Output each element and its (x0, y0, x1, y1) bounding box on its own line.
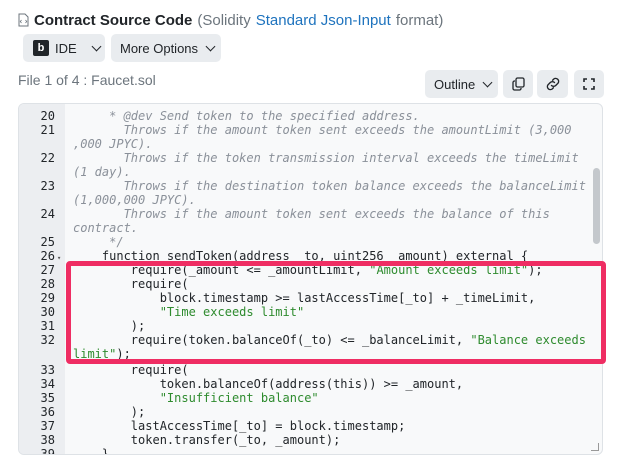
code-line: */ (73, 235, 124, 249)
code-editor[interactable]: 20 * @dev Send token to the specified ad… (18, 103, 603, 455)
standard-json-input-link[interactable]: Standard Json-Input (256, 12, 391, 29)
code-line: limit"); (73, 347, 131, 361)
code-line: token.balanceOf(address(this)) >= _amoun… (73, 377, 464, 391)
copy-icon (511, 77, 525, 91)
code-line: } (73, 447, 110, 455)
more-options-label: More Options (120, 40, 199, 56)
title-suffix: format) (395, 11, 444, 29)
file-code-icon (18, 13, 29, 27)
code-line: require( (73, 277, 189, 291)
code-line: (1 day). (73, 165, 131, 179)
resize-handle-icon[interactable] (591, 443, 599, 451)
outline-label: Outline (434, 76, 476, 92)
code-line: Throws if the token transmission interva… (73, 151, 579, 165)
more-options-button[interactable]: More Options (111, 34, 221, 62)
fullscreen-button[interactable] (574, 70, 604, 98)
code-line: require(_amount <= _amountLimit, "Amount… (73, 263, 543, 277)
permalink-button[interactable] (537, 70, 568, 98)
chevron-down-icon (91, 41, 102, 51)
chevron-down-icon (482, 77, 493, 87)
code-line: "Time exceeds limit" (159, 305, 305, 319)
line-number: 25 (40, 235, 55, 249)
code-line: * @dev Send token to the specified addre… (73, 109, 420, 123)
line-number: 34 (40, 377, 55, 391)
line-number: 23 (40, 179, 55, 193)
code-line: (1,000,000 JPYC). (73, 193, 196, 207)
line-number: 39 (40, 447, 55, 455)
line-number: 32 (40, 333, 55, 347)
code-line: require(token.balanceOf(_to) <= _balance… (73, 333, 586, 347)
copy-button[interactable] (503, 70, 533, 98)
page-title: Contract Source Code (34, 11, 193, 29)
line-number: 28 (40, 277, 55, 291)
line-number: 37 (40, 419, 55, 433)
code-line: token.transfer(_to, _amount); (73, 433, 341, 447)
line-number: 38 (40, 433, 55, 447)
code-line: block.timestamp >= lastAccessTime[_to] +… (73, 291, 536, 305)
code-line: ); (73, 405, 146, 419)
link-icon (546, 77, 559, 91)
line-number: 36 (40, 405, 55, 419)
ide-dropdown-button[interactable]: b IDE (23, 34, 105, 62)
line-number: 20 (40, 109, 55, 123)
line-number: 35 (40, 391, 55, 405)
ide-label: IDE (55, 40, 77, 56)
code-line: Throws if the amount token sent exceeds … (73, 207, 550, 221)
file-label: File 1 of 4 : Faucet.sol (18, 72, 156, 88)
title-prefix: (Solidity (197, 11, 251, 29)
code-line: contract. (73, 221, 139, 235)
line-number: 29 (40, 291, 55, 305)
fullscreen-icon (583, 78, 595, 90)
code-line: ,000 JPYC). (73, 137, 153, 151)
code-line: Throws if the amount token sent exceeds … (73, 123, 572, 137)
code-line: lastAccessTime[_to] = block.timestamp; (73, 419, 406, 433)
line-number: 21 (40, 123, 55, 137)
code-line: "Insufficient balance" (159, 391, 319, 405)
line-number: 33 (40, 363, 55, 377)
fold-toggle-icon[interactable]: ▾ (57, 251, 61, 265)
chevron-down-icon (205, 41, 216, 51)
line-number: 26 (40, 249, 55, 263)
line-number: 30 (40, 305, 55, 319)
code-line: ); (73, 319, 146, 333)
ide-logo-icon: b (33, 40, 49, 56)
contract-source-title: Contract Source Code (Solidity Standard … (18, 10, 443, 30)
line-number: 22 (40, 151, 55, 165)
code-line: require( (73, 363, 189, 377)
editor-scrollbar[interactable] (593, 168, 600, 244)
code-line: Throws if the destination token balance … (73, 179, 586, 193)
line-number: 31 (40, 319, 55, 333)
line-number: 27 (40, 263, 55, 277)
line-number: 24 (40, 207, 55, 221)
code-line: function sendToken(address _to, uint256 … (73, 249, 529, 263)
outline-dropdown-button[interactable]: Outline (425, 70, 498, 98)
